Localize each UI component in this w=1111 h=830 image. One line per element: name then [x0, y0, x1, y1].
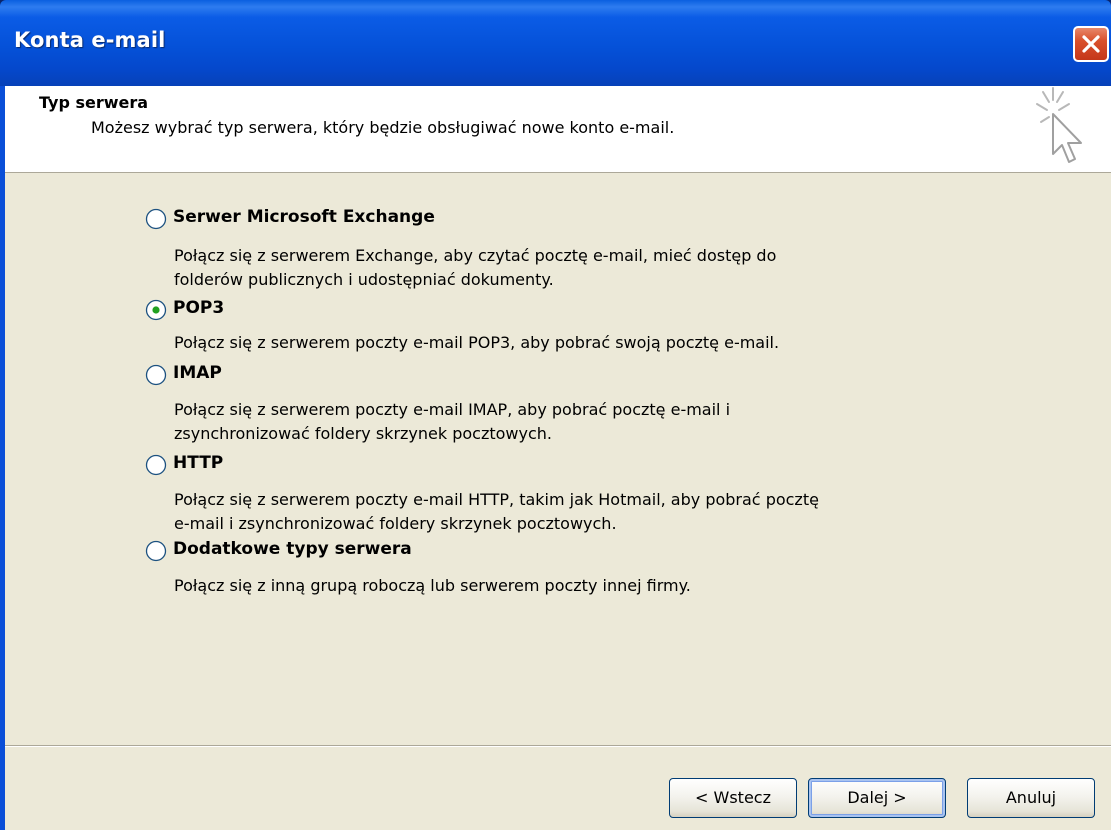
- wizard-body: Serwer Microsoft Exchange Połącz się z s…: [5, 173, 1111, 745]
- radio-button-icon[interactable]: [145, 364, 167, 386]
- cancel-button[interactable]: Anuluj: [967, 778, 1095, 818]
- wizard-cursor-icon: [1036, 87, 1082, 163]
- option-description: Połącz się z inną grupą roboczą lub serw…: [174, 574, 691, 598]
- description-line: Połącz się z inną grupą roboczą lub serw…: [174, 576, 691, 595]
- option-label[interactable]: Serwer Microsoft Exchange: [173, 207, 435, 227]
- radio-button-icon[interactable]: [145, 299, 167, 321]
- description-line: Połącz się z serwerem poczty e-mail HTTP…: [174, 490, 819, 509]
- next-button[interactable]: Dalej >: [808, 778, 946, 818]
- close-button[interactable]: [1073, 26, 1109, 62]
- description-line: Połącz się z serwerem poczty e-mail POP3…: [174, 333, 780, 352]
- radio-button-icon[interactable]: [145, 208, 167, 230]
- option-description: Połącz się z serwerem poczty e-mail IMAP…: [174, 398, 730, 446]
- radio-button-icon[interactable]: [145, 540, 167, 562]
- option-label[interactable]: Dodatkowe typy serwera: [173, 539, 412, 559]
- description-line: e-mail i zsynchronizować foldery skrzyne…: [174, 514, 617, 533]
- title-bar[interactable]: Konta e-mail: [0, 0, 1111, 86]
- option-description: Połącz się z serwerem Exchange, aby czyt…: [174, 244, 776, 292]
- option-label[interactable]: IMAP: [173, 363, 222, 383]
- description-line: Połącz się z serwerem poczty e-mail IMAP…: [174, 400, 731, 419]
- description-line: folderów publicznych i udostępniać dokum…: [174, 270, 554, 289]
- page-title: Typ serwera: [39, 93, 149, 112]
- radio-button-icon[interactable]: [145, 454, 167, 476]
- back-button[interactable]: < Wstecz: [669, 778, 797, 818]
- option-label[interactable]: POP3: [173, 298, 224, 318]
- wizard-header: Typ serwera Możesz wybrać typ serwera, k…: [5, 86, 1111, 173]
- window-title: Konta e-mail: [14, 28, 166, 52]
- wizard-footer: < Wstecz Dalej > Anuluj: [5, 747, 1111, 830]
- page-description: Możesz wybrać typ serwera, który będzie …: [91, 118, 675, 137]
- dialog-window: Konta e-mail Typ serwera Możesz wybrać t…: [0, 0, 1111, 830]
- option-description: Połącz się z serwerem poczty e-mail HTTP…: [174, 488, 819, 536]
- description-line: zsynchronizować foldery skrzynek pocztow…: [174, 424, 553, 443]
- close-icon: [1082, 35, 1100, 53]
- description-line: Połącz się z serwerem Exchange, aby czyt…: [174, 246, 777, 265]
- option-label[interactable]: HTTP: [173, 453, 223, 473]
- option-description: Połącz się z serwerem poczty e-mail POP3…: [174, 331, 779, 355]
